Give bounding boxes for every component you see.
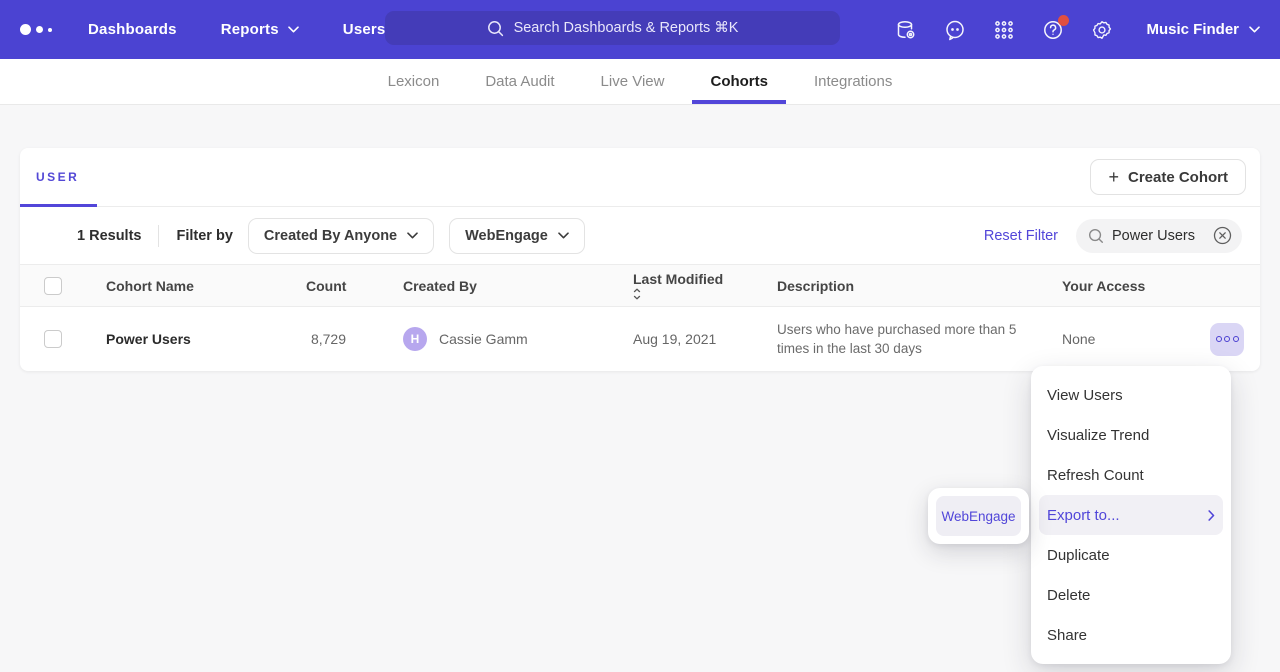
description-cell: Users who have purchased more than 5 tim…: [777, 320, 1062, 358]
created-by-name: Cassie Gamm: [439, 331, 528, 347]
plus-icon: +: [1108, 168, 1119, 186]
column-header-count[interactable]: Count: [306, 278, 346, 294]
export-submenu: WebEngage: [928, 488, 1029, 544]
table-row[interactable]: Power Users 8,729 H Cassie Gamm Aug 19, …: [20, 307, 1260, 371]
create-cohort-label: Create Cohort: [1128, 169, 1228, 186]
cohort-name-cell[interactable]: Power Users: [106, 331, 306, 347]
top-navbar: Dashboards Reports Users Search Dashboar…: [0, 0, 1280, 59]
menu-item-visualize-trend[interactable]: Visualize Trend: [1031, 415, 1231, 455]
column-header-cohort-name[interactable]: Cohort Name: [106, 278, 306, 294]
divider: [158, 225, 159, 247]
integration-filter-value: WebEngage: [465, 228, 548, 244]
nav-item-users[interactable]: Users: [343, 21, 386, 38]
chevron-down-icon: [407, 232, 418, 239]
tab-data-audit[interactable]: Data Audit: [483, 59, 556, 104]
access-value: None: [1062, 331, 1095, 347]
global-search-button[interactable]: Search Dashboards & Reports ⌘K: [385, 11, 840, 45]
menu-item-label: Export to...: [1047, 507, 1120, 524]
search-icon: [1088, 228, 1104, 244]
chevron-down-icon: [1249, 26, 1260, 33]
menu-item-duplicate[interactable]: Duplicate: [1031, 535, 1231, 575]
row-more-actions-button[interactable]: [1210, 323, 1244, 356]
results-count: 1 Results: [77, 228, 141, 244]
tab-label: Cohorts: [710, 73, 768, 90]
tab-label: Data Audit: [485, 73, 554, 90]
access-cell: None: [1062, 323, 1244, 356]
menu-item-delete[interactable]: Delete: [1031, 575, 1231, 615]
nav-item-dashboards[interactable]: Dashboards: [88, 21, 177, 38]
tab-live-view[interactable]: Live View: [599, 59, 667, 104]
nav-item-label: Dashboards: [88, 21, 177, 38]
tab-integrations[interactable]: Integrations: [812, 59, 894, 104]
clear-search-icon[interactable]: [1213, 226, 1232, 245]
menu-item-view-users[interactable]: View Users: [1031, 375, 1231, 415]
chevron-right-icon: [1208, 510, 1215, 521]
column-header-description[interactable]: Description: [777, 278, 1062, 294]
card-header: USER + Create Cohort: [20, 148, 1260, 207]
cohorts-card: USER + Create Cohort 1 Results Filter by…: [20, 148, 1260, 371]
created-by-filter-value: Created By Anyone: [264, 228, 397, 244]
project-switcher[interactable]: Music Finder: [1146, 21, 1260, 38]
created-by-cell: H Cassie Gamm: [403, 327, 633, 351]
column-header-your-access[interactable]: Your Access: [1062, 278, 1244, 294]
filter-by-label: Filter by: [176, 228, 232, 244]
cohort-search-box: [1076, 219, 1242, 253]
tab-user-cohorts[interactable]: USER: [20, 148, 99, 206]
select-all-checkbox[interactable]: [44, 277, 62, 295]
row-checkbox[interactable]: [44, 330, 62, 348]
nav-item-reports[interactable]: Reports: [221, 21, 299, 38]
nav-item-label: Reports: [221, 21, 279, 38]
notification-badge: [1058, 15, 1069, 26]
last-modified-cell: Aug 19, 2021: [633, 331, 777, 347]
avatar: H: [403, 327, 427, 351]
created-by-filter-dropdown[interactable]: Created By Anyone: [248, 218, 434, 254]
settings-subnav: Lexicon Data Audit Live View Cohorts Int…: [0, 59, 1280, 105]
global-search-label: Search Dashboards & Reports ⌘K: [514, 20, 739, 36]
menu-item-refresh-count[interactable]: Refresh Count: [1031, 455, 1231, 495]
chevron-down-icon: [558, 232, 569, 239]
app-grid-icon[interactable]: [993, 19, 1015, 41]
create-cohort-button[interactable]: + Create Cohort: [1090, 159, 1246, 195]
menu-item-share[interactable]: Share: [1031, 615, 1231, 655]
column-header-created-by[interactable]: Created By: [403, 278, 633, 294]
project-name: Music Finder: [1146, 21, 1239, 38]
chevron-down-icon: [288, 26, 299, 33]
nav-item-label: Users: [343, 21, 386, 38]
integration-filter-dropdown[interactable]: WebEngage: [449, 218, 585, 254]
search-icon: [487, 20, 504, 37]
filter-bar: 1 Results Filter by Created By Anyone We…: [20, 207, 1260, 265]
chat-icon[interactable]: [944, 19, 966, 41]
tab-lexicon[interactable]: Lexicon: [386, 59, 442, 104]
database-gear-icon[interactable]: [895, 19, 917, 41]
row-actions-menu: View Users Visualize Trend Refresh Count…: [1031, 366, 1231, 664]
tab-label: Integrations: [814, 73, 892, 90]
tab-label: Live View: [601, 73, 665, 90]
cohort-count-cell: 8,729: [306, 331, 346, 347]
settings-icon[interactable]: [1091, 19, 1113, 41]
brand-logo-icon[interactable]: [20, 24, 52, 35]
sort-icon[interactable]: [633, 288, 777, 300]
cohort-search-input[interactable]: [1112, 228, 1204, 244]
column-header-last-modified[interactable]: Last Modified: [633, 271, 777, 300]
help-icon[interactable]: [1042, 19, 1064, 41]
table-header-row: Cohort Name Count Created By Last Modifi…: [20, 265, 1260, 307]
reset-filter-link[interactable]: Reset Filter: [984, 228, 1058, 244]
submenu-item-webengage[interactable]: WebEngage: [936, 496, 1021, 536]
tab-label: Lexicon: [388, 73, 440, 90]
menu-item-export-to[interactable]: Export to...: [1039, 495, 1223, 535]
tab-cohorts[interactable]: Cohorts: [708, 59, 770, 104]
